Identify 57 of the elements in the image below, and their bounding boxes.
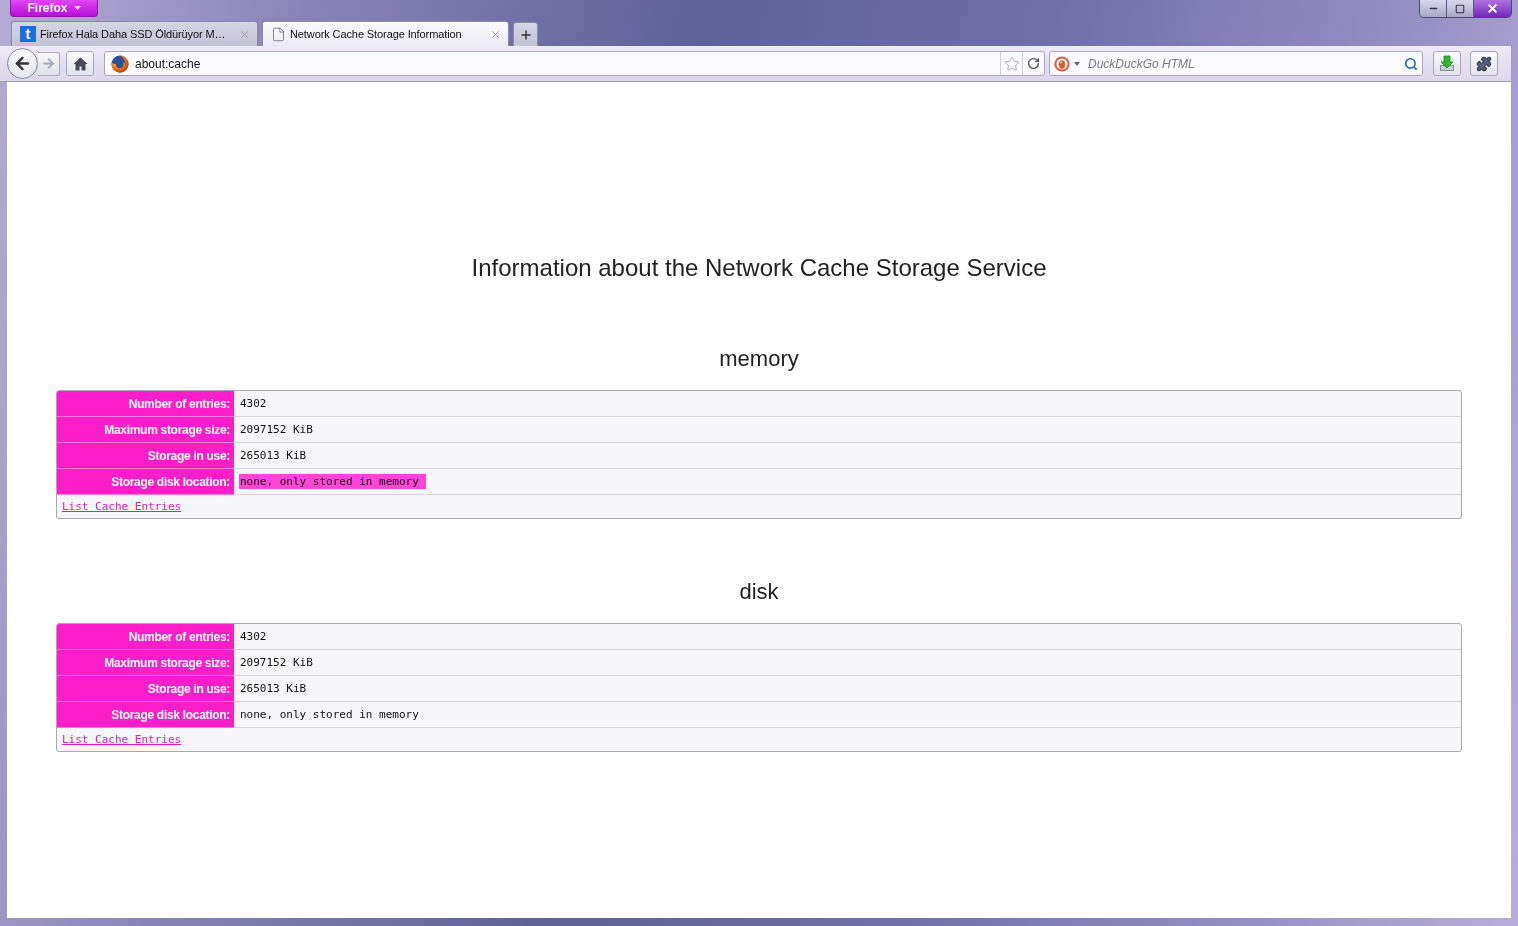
section-heading: memory bbox=[718, 345, 800, 373]
row-value: none, only stored in memory bbox=[239, 474, 426, 489]
section-heading: disk bbox=[738, 578, 780, 606]
add-ons-button[interactable] bbox=[1470, 51, 1498, 76]
tab-title: Network Cache Storage Information bbox=[290, 28, 463, 40]
maximize-icon bbox=[1455, 3, 1465, 14]
browser-tab[interactable]: Network Cache Storage Information bbox=[262, 21, 509, 46]
back-button[interactable] bbox=[7, 48, 38, 79]
list-entries-link[interactable]: List Cache Entries bbox=[62, 733, 182, 746]
row-label: Storage in use: bbox=[57, 676, 234, 702]
browser-logo-icon bbox=[111, 54, 129, 73]
downloads-button[interactable] bbox=[1433, 51, 1461, 76]
address-bar[interactable]: about:cache bbox=[104, 51, 1045, 76]
bookmark-star-button[interactable] bbox=[1000, 52, 1022, 75]
maximize-button[interactable] bbox=[1446, 0, 1473, 17]
row-label: Maximum storage size: bbox=[57, 417, 234, 443]
row-value: 4302 bbox=[239, 396, 267, 411]
tab-title: Firefox Hala Daha SSD Öldürüyor M… bbox=[40, 28, 227, 40]
search-icon bbox=[1404, 56, 1418, 71]
search-bar[interactable]: DuckDuckGo HTML bbox=[1049, 51, 1423, 76]
list-entries-link[interactable]: List Cache Entries bbox=[62, 500, 182, 513]
url-field[interactable]: about:cache bbox=[129, 54, 1000, 73]
home-icon bbox=[72, 56, 88, 71]
caret-icon bbox=[73, 6, 81, 10]
minimize-button[interactable] bbox=[1420, 0, 1446, 17]
row-label: Number of entries: bbox=[57, 624, 234, 650]
row-value: none, only stored in memory bbox=[239, 707, 419, 722]
row-value: 265013 KiB bbox=[239, 448, 307, 463]
search-field[interactable]: DuckDuckGo HTML bbox=[1080, 54, 1404, 73]
download-tray-icon bbox=[1439, 55, 1455, 72]
plus-icon bbox=[518, 27, 533, 42]
forward-arrow-icon bbox=[41, 56, 56, 71]
home-button[interactable] bbox=[66, 51, 94, 76]
browser-tab[interactable]: t Firefox Hala Daha SSD Öldürüyor M… bbox=[11, 21, 258, 46]
row-label: Maximum storage size: bbox=[57, 650, 234, 676]
dropdown-caret-icon bbox=[1074, 61, 1080, 66]
row-label: Storage disk location: bbox=[57, 702, 234, 728]
page-title: Information about the Network Cache Storage Service bbox=[470, 253, 1048, 283]
row-value: 265013 KiB bbox=[239, 681, 307, 696]
reload-icon bbox=[1027, 57, 1040, 70]
site-favicon-icon: t bbox=[20, 26, 36, 42]
row-value: 4302 bbox=[239, 629, 267, 644]
row-value: 2097152 KiB bbox=[239, 422, 313, 437]
row-value: 2097152 KiB bbox=[239, 655, 313, 670]
app-menu-button[interactable]: Firefox bbox=[10, 0, 98, 17]
page-icon bbox=[271, 26, 286, 42]
search-engine-button[interactable] bbox=[1054, 55, 1080, 72]
close-icon bbox=[1486, 2, 1499, 15]
search-engine-logo-icon bbox=[1054, 55, 1070, 72]
row-label: Storage in use: bbox=[57, 443, 234, 469]
search-button[interactable] bbox=[1404, 56, 1418, 71]
row-label: Storage disk location: bbox=[57, 469, 234, 495]
star-icon bbox=[1003, 55, 1020, 72]
new-tab-button[interactable] bbox=[513, 22, 538, 46]
close-window-button[interactable] bbox=[1473, 0, 1511, 17]
puzzle-icon bbox=[1476, 55, 1492, 72]
row-label: Number of entries: bbox=[57, 391, 234, 417]
